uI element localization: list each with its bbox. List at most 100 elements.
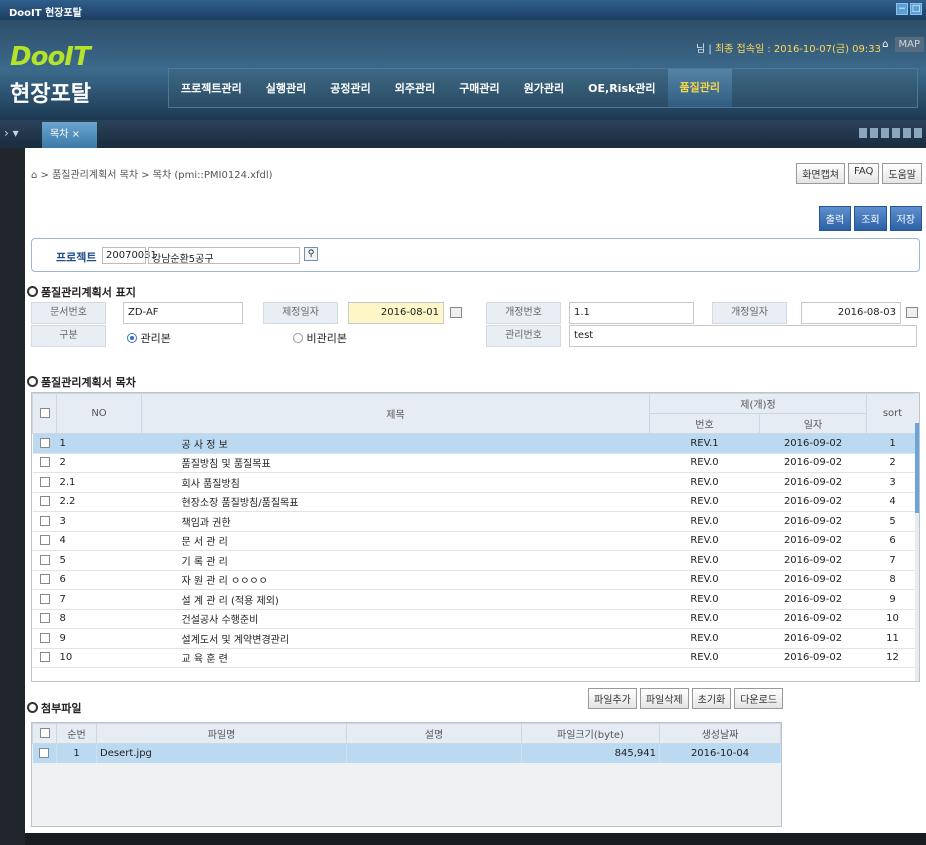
table-row[interactable]: 2 품질방침 및 품질목표 REV.0 2016-09-02 2 (32, 453, 919, 473)
row-checkbox[interactable] (32, 453, 57, 473)
doc-no-field[interactable]: ZD-AF (123, 302, 243, 324)
table-row[interactable]: 9 설계도서 및 계약변경관리 REV.0 2016-09-02 11 (32, 628, 919, 649)
checkbox[interactable] (39, 574, 50, 585)
row-checkbox[interactable] (32, 648, 57, 668)
row-checkbox[interactable] (32, 589, 57, 610)
table-row[interactable]: 6자 원 관 리 ㅇㅇㅇㅇ REV.0 2016-09-02 8 (32, 570, 919, 590)
maximize-button[interactable]: □ (910, 3, 922, 15)
tab-toc[interactable]: 목차 × (42, 122, 97, 148)
cell-rev-date: 2016-09-02 (759, 550, 867, 571)
download-button[interactable]: 다운로드 (734, 688, 784, 709)
checkbox[interactable] (39, 652, 50, 663)
minimize-button[interactable]: − (896, 3, 908, 15)
home-icon[interactable]: ⌂ (882, 39, 888, 50)
table-row[interactable]: 7설 계 관 리 (적용 제외) REV.0 2016-09-02 9 (32, 589, 919, 610)
nav-item[interactable]: 구매관리 (447, 80, 511, 96)
map-button[interactable]: MAP (894, 37, 924, 52)
nav-item[interactable]: OE,Risk관리 (576, 80, 667, 96)
row-checkbox[interactable] (32, 433, 57, 454)
checkbox[interactable] (39, 554, 50, 565)
section-title-attach: 첨부파일 (27, 700, 81, 716)
made-date-field[interactable]: 2016-08-01 (348, 302, 444, 324)
header-rev-no: 번호 (649, 413, 760, 434)
row-checkbox[interactable] (32, 609, 57, 629)
row-checkbox[interactable] (32, 472, 57, 493)
checkbox-all[interactable] (39, 728, 50, 738)
save-button[interactable]: 저장 (889, 206, 922, 231)
reset-button[interactable]: 초기화 (691, 688, 732, 709)
checkbox[interactable] (39, 437, 50, 448)
table-row[interactable]: 3 책임과 권한 REV.0 2016-09-02 5 (32, 511, 919, 532)
row-checkbox[interactable] (32, 550, 57, 571)
checkbox[interactable] (39, 747, 50, 758)
radio-checked-icon (127, 333, 137, 343)
prev-icon[interactable] (859, 128, 867, 138)
checkbox-all[interactable] (39, 408, 50, 418)
table-row[interactable]: 4문 서 관 리 REV.0 2016-09-02 6 (32, 531, 919, 551)
add-file-button[interactable]: 파일추가 (588, 688, 637, 709)
cell-rev-date: 2016-09-02 (759, 628, 867, 649)
nav-item[interactable]: 원가관리 (512, 80, 576, 96)
row-checkbox[interactable] (32, 628, 57, 649)
toc-scrollbar[interactable] (915, 393, 919, 681)
layout-icon[interactable] (892, 128, 900, 138)
header-checkbox[interactable] (32, 723, 57, 744)
delete-file-button[interactable]: 파일삭제 (639, 688, 689, 709)
project-search-icon[interactable]: ⚲ (304, 247, 318, 261)
layout-icon[interactable] (881, 128, 889, 138)
row-checkbox[interactable] (32, 531, 57, 551)
nav-item[interactable]: 프로젝트관리 (169, 80, 254, 96)
checkbox[interactable] (39, 613, 50, 624)
file-row[interactable]: 1 Desert.jpg 845,941 2016-10-04 (32, 743, 781, 763)
cell-no: 2.1 (56, 472, 142, 493)
project-code-field[interactable]: 20070031 (102, 247, 157, 264)
screen-capture-button[interactable]: 화면캡쳐 (796, 163, 846, 184)
nav-item[interactable]: 품질관리 (667, 69, 733, 107)
table-row[interactable]: 2.2 현장소장 품질방침/품질목표 REV.0 2016-09-02 4 (32, 492, 919, 512)
left-panel-handle[interactable] (0, 148, 25, 845)
header-checkbox[interactable] (32, 393, 57, 434)
nav-item[interactable]: 외주관리 (383, 80, 447, 96)
layout-icon[interactable] (903, 128, 911, 138)
row-checkbox[interactable] (32, 511, 57, 532)
help-button[interactable]: 도움말 (882, 163, 922, 184)
logo-portal[interactable]: 현장포탈 (10, 76, 91, 108)
logo-dooit[interactable]: DooIT (10, 42, 91, 72)
calendar-icon[interactable] (450, 307, 462, 318)
checkbox[interactable] (39, 515, 50, 526)
rev-date-field[interactable]: 2016-08-03 (801, 302, 901, 324)
project-name-field[interactable]: 강남순환5공구 (148, 247, 300, 265)
radio-managed[interactable]: 관리본 (127, 330, 171, 346)
table-row[interactable]: 5기 록 관 리 REV.0 2016-09-02 7 (32, 550, 919, 571)
radio-unmanaged[interactable]: 비관리본 (293, 330, 347, 346)
table-row[interactable]: 2.1 회사 품질방침 REV.0 2016-09-02 3 (32, 472, 919, 493)
checkbox[interactable] (39, 632, 50, 643)
calendar-icon[interactable] (906, 307, 918, 318)
checkbox[interactable] (39, 496, 50, 507)
row-checkbox[interactable] (32, 743, 57, 763)
table-row[interactable]: 10 교 육 훈 련 REV.0 2016-09-02 12 (32, 648, 919, 668)
faq-button[interactable]: FAQ (848, 163, 880, 184)
rev-no-field[interactable]: 1.1 (569, 302, 694, 324)
row-checkbox[interactable] (32, 570, 57, 590)
mgmt-no-field[interactable]: test (569, 325, 917, 347)
checkbox[interactable] (39, 476, 50, 487)
row-checkbox[interactable] (32, 492, 57, 512)
nav-item[interactable]: 공정관리 (318, 80, 382, 96)
cell-title: 품질방침 및 품질목표 (141, 453, 650, 473)
checkbox[interactable] (39, 457, 50, 468)
tab-scroll-icon[interactable]: › ▾ (4, 126, 19, 140)
print-button[interactable]: 출력 (818, 206, 852, 231)
section-title-toc: 품질관리계획서 목차 (27, 374, 136, 390)
cell-rev-no: REV.0 (649, 589, 760, 610)
checkbox[interactable] (39, 535, 50, 546)
search-button[interactable]: 조회 (854, 206, 887, 231)
layout-icon[interactable] (914, 128, 922, 138)
table-row[interactable]: 1공 사 정 보 REV.1 2016-09-02 1 (32, 433, 919, 454)
tab-close-icon[interactable]: × (72, 129, 80, 140)
checkbox[interactable] (39, 593, 50, 604)
nav-item[interactable]: 실행관리 (254, 80, 318, 96)
next-icon[interactable] (870, 128, 878, 138)
scroll-thumb[interactable] (915, 423, 919, 513)
table-row[interactable]: 8 건설공사 수행준비 REV.0 2016-09-02 10 (32, 609, 919, 629)
